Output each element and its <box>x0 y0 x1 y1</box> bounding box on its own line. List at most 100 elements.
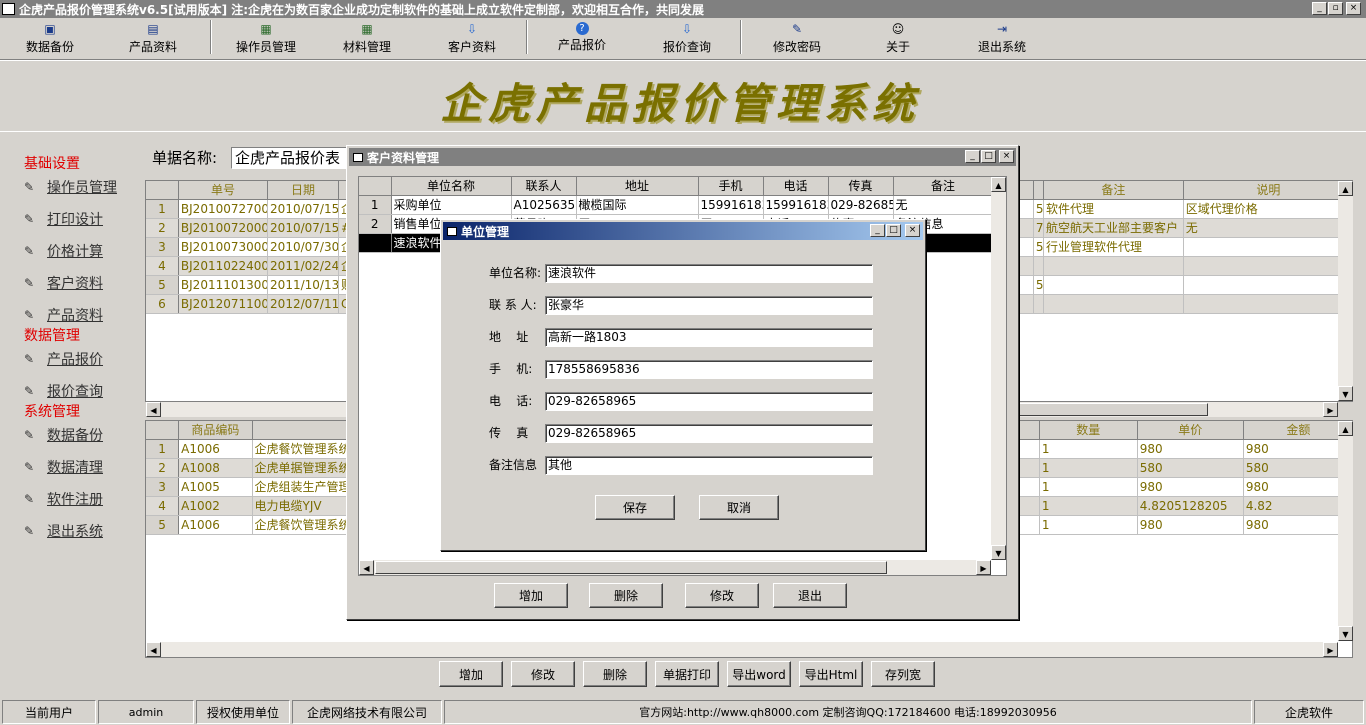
item-scroll-down[interactable]: ▼ <box>1338 626 1353 641</box>
sidebar-item[interactable]: ✎ 操作员管理 <box>24 177 117 197</box>
save-column-width-button[interactable]: 存列宽 <box>871 661 935 687</box>
customer-header-fax[interactable]: 传真 <box>828 177 894 196</box>
unit-name-field[interactable]: 速浪软件 <box>545 264 873 283</box>
sidebar-item[interactable]: ✎ 报价查询 <box>24 381 103 401</box>
customer-header-contact[interactable]: 联系人 <box>511 177 577 196</box>
quote-header-id[interactable]: 单号 <box>178 181 269 200</box>
quote-scroll-right[interactable]: ▶ <box>1323 402 1338 417</box>
edit-button[interactable]: 修改 <box>511 661 575 687</box>
toolbar-button-down-arrow[interactable]: ⇩ 客户资料 <box>442 22 502 58</box>
customer-minimize-button[interactable]: _ <box>965 150 980 163</box>
close-button[interactable]: × <box>1346 2 1361 15</box>
quote-header-date[interactable]: 日期 <box>267 181 339 200</box>
unit-dialog-title-bar[interactable]: 单位管理 <box>443 222 923 240</box>
item-scroll-up[interactable]: ▲ <box>1338 421 1353 436</box>
customer-grid-vscroll[interactable] <box>991 177 1006 560</box>
quote-scroll-thumb[interactable] <box>1018 403 1208 416</box>
item-grid-hscroll[interactable] <box>146 642 1338 657</box>
customer-exit-button[interactable]: 退出 <box>773 583 847 608</box>
table-cell <box>1043 294 1184 314</box>
item-scroll-right[interactable]: ▶ <box>1323 642 1338 657</box>
customer-header-note[interactable]: 备注 <box>893 177 994 196</box>
mobile-field[interactable]: 17855869583​6 <box>545 360 873 379</box>
table-cell: A1005 <box>178 477 253 497</box>
toolbar-button-person[interactable]: ☺ 关于 <box>876 22 920 58</box>
sidebar-item[interactable]: ✎ 价格计算 <box>24 241 103 261</box>
toolbar-button-exit-door[interactable]: ⇥ 退出系统 <box>972 22 1032 58</box>
sidebar-item[interactable]: ✎ 软件注册 <box>24 489 103 509</box>
table-cell <box>1183 275 1352 295</box>
export-html-button[interactable]: 导出Html <box>799 661 863 687</box>
customer-scroll-right[interactable]: ▶ <box>976 560 991 575</box>
table-row[interactable]: 1采购单位A102563589橄榄国际159916183931599161839… <box>359 195 994 215</box>
form-name-input[interactable]: 企虎产品报价表 <box>231 147 351 169</box>
table-cell: BJ2011022400 <box>178 256 269 276</box>
customer-scroll-up[interactable]: ▲ <box>991 177 1006 192</box>
quote-header-note[interactable]: 备注 <box>1043 181 1184 200</box>
toolbar-button-grid-window[interactable]: ▦ 操作员管理 <box>230 22 302 58</box>
sidebar-item[interactable]: ✎ 产品资料 <box>24 305 103 325</box>
sidebar-item[interactable]: ✎ 客户资料 <box>24 273 103 293</box>
customer-delete-button[interactable]: 删除 <box>589 583 663 608</box>
edit-doc-icon: ✎ <box>24 428 35 442</box>
add-button[interactable]: 增加 <box>439 661 503 687</box>
print-button[interactable]: 单据打印 <box>655 661 719 687</box>
toolbar-button-disk[interactable]: ▣ 数据备份 <box>20 22 80 58</box>
quote-scroll-up[interactable]: ▲ <box>1338 181 1353 196</box>
customer-scroll-left[interactable]: ◀ <box>359 560 374 575</box>
export-word-button[interactable]: 导出word <box>727 661 791 687</box>
customer-add-button[interactable]: 增加 <box>494 583 568 608</box>
customer-header-name[interactable]: 单位名称 <box>391 177 512 196</box>
table-cell: 无 <box>893 195 994 215</box>
customer-maximize-button[interactable]: □ <box>981 150 996 163</box>
quote-scroll-left[interactable]: ◀ <box>146 402 161 417</box>
unit-minimize-button[interactable]: _ <box>870 224 885 237</box>
sidebar-item[interactable]: ✎ 数据备份 <box>24 425 103 445</box>
unit-save-button[interactable]: 保存 <box>595 495 675 520</box>
quote-header-desc[interactable]: 说明 <box>1183 181 1352 200</box>
customer-scroll-down[interactable]: ▼ <box>991 545 1006 560</box>
customer-window-title-bar[interactable]: 客户资料管理 <box>349 148 1016 166</box>
quote-header-hidden[interactable] <box>1033 181 1044 200</box>
address-field[interactable]: 高新一路1803 <box>545 328 873 347</box>
sidebar-item[interactable]: ✎ 打印设计 <box>24 209 103 229</box>
toolbar-button-edit[interactable]: ✎ 修改密码 <box>766 22 828 58</box>
item-header-amount[interactable]: 金额 <box>1243 421 1352 440</box>
toolbar-button-grid-window[interactable]: ▦ 材料管理 <box>336 22 398 58</box>
note-field[interactable]: 其他 <box>545 456 873 475</box>
customer-scroll-thumb[interactable] <box>375 561 887 574</box>
customer-header-address[interactable]: 地址 <box>576 177 699 196</box>
unit-close-button[interactable]: × <box>905 224 920 237</box>
status-site-info: 官方网站:http://www.qh8000.com 定制咨询QQ:172184… <box>444 700 1252 724</box>
sidebar-item[interactable]: ✎ 数据清理 <box>24 457 103 477</box>
quote-scroll-down[interactable]: ▼ <box>1338 386 1353 401</box>
delete-button[interactable]: 删除 <box>583 661 647 687</box>
unit-maximize-button[interactable]: □ <box>886 224 901 237</box>
customer-close-button[interactable]: × <box>999 150 1014 163</box>
table-cell: 2010/07/30 <box>267 237 339 257</box>
contact-field[interactable]: 张豪华 <box>545 296 873 315</box>
sidebar-item[interactable]: ✎ 产品报价 <box>24 349 103 369</box>
item-header-hidden[interactable] <box>252 421 353 440</box>
restore-button[interactable]: ▫ <box>1328 2 1343 15</box>
table-cell: 1 <box>1039 496 1138 516</box>
customer-edit-button[interactable]: 修改 <box>685 583 759 608</box>
toolbar-button-document[interactable]: ▤ 产品资料 <box>122 22 184 58</box>
table-cell: BJ2012071100 <box>178 294 269 314</box>
minimize-button[interactable]: _ <box>1312 2 1327 15</box>
customer-header-phone[interactable]: 电话 <box>763 177 829 196</box>
sidebar-item[interactable]: ✎ 退出系统 <box>24 521 103 541</box>
toolbar-button-down-arrow[interactable]: ⇩ 报价查询 <box>656 22 718 58</box>
phone-field[interactable]: 029-82658965 <box>545 392 873 411</box>
item-header-price[interactable]: 单价 <box>1137 421 1244 440</box>
quote-grid-vscroll[interactable] <box>1338 181 1353 401</box>
item-grid-vscroll[interactable] <box>1338 421 1353 641</box>
fax-field[interactable]: 029-82658965 <box>545 424 873 443</box>
toolbar-button-help[interactable]: ? 产品报价 <box>552 22 612 58</box>
item-header-code[interactable]: 商品编码 <box>178 421 253 440</box>
item-scroll-left[interactable]: ◀ <box>146 642 161 657</box>
table-cell: A1006 <box>178 515 253 535</box>
unit-cancel-button[interactable]: 取消 <box>699 495 779 520</box>
item-header-qty[interactable]: 数量 <box>1039 421 1138 440</box>
customer-header-mobile[interactable]: 手机 <box>698 177 764 196</box>
